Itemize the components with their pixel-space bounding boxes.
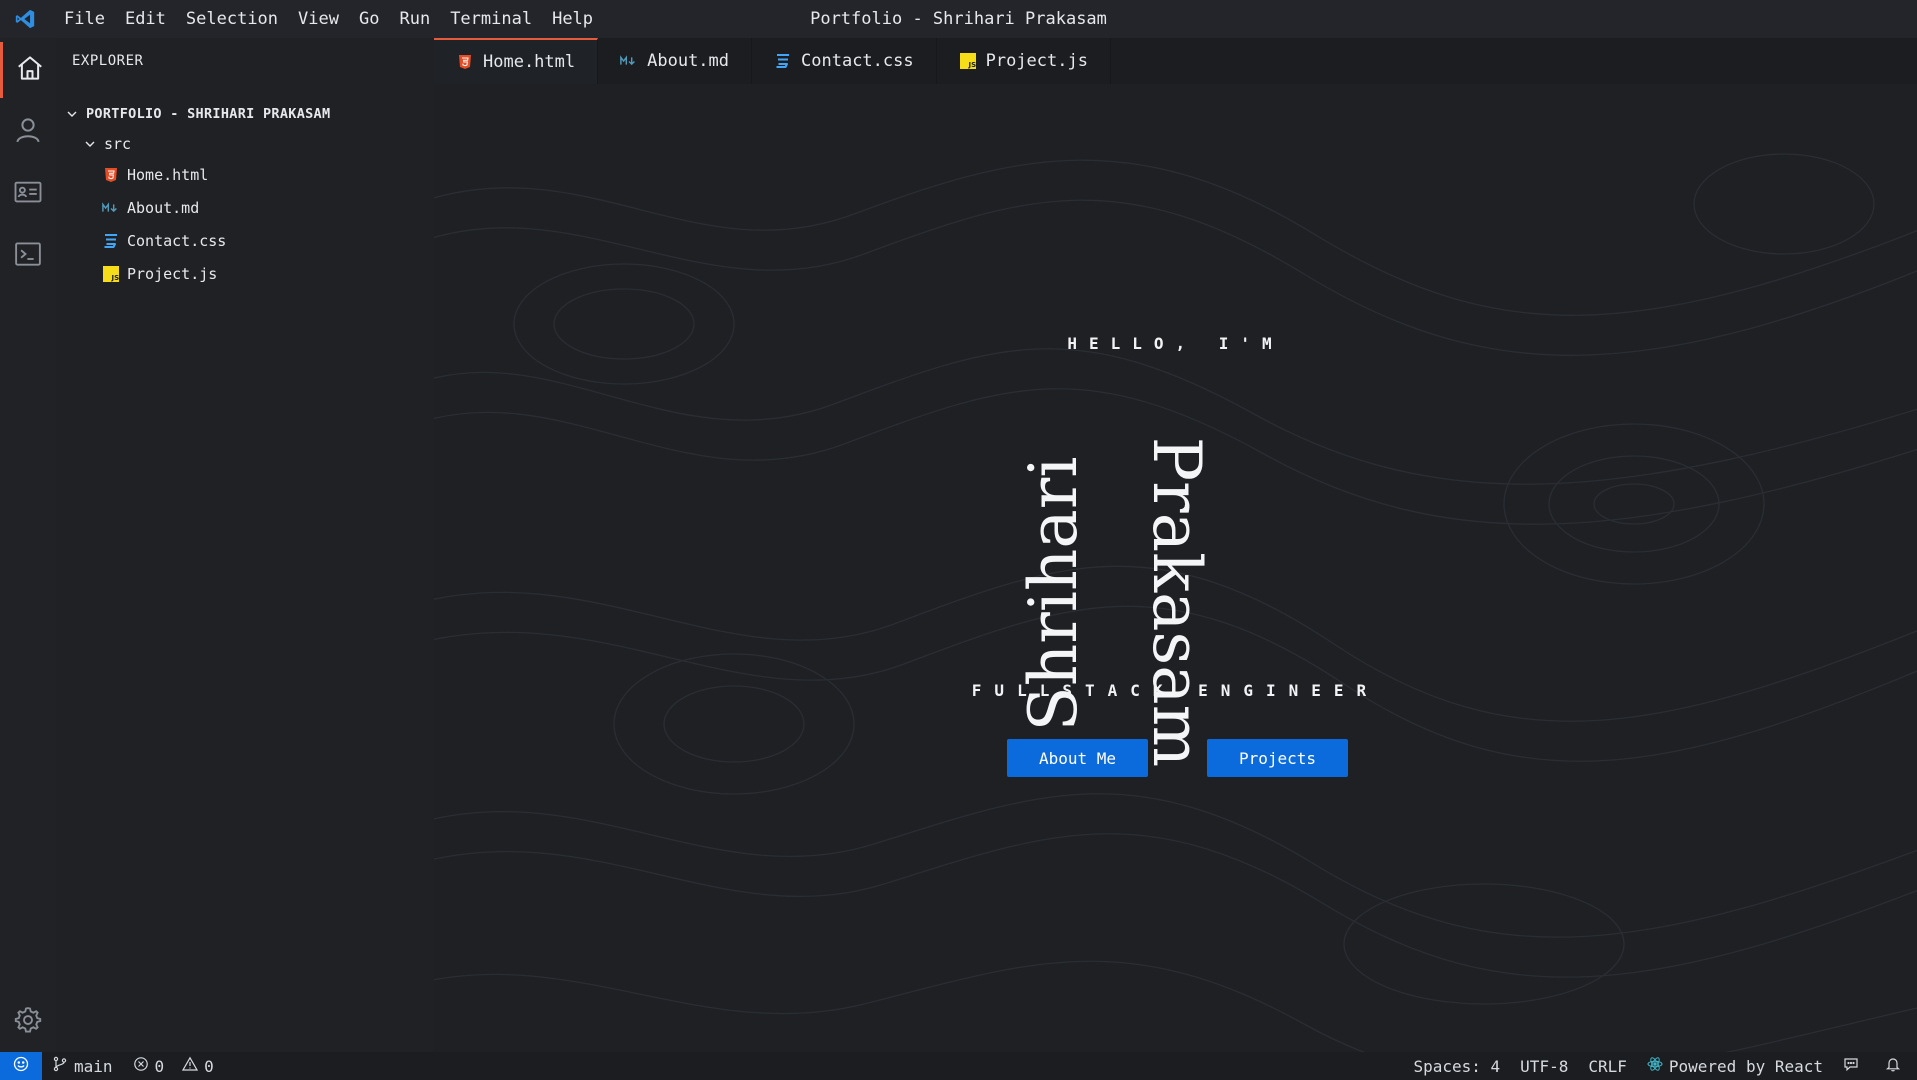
git-branch-icon [52, 1056, 74, 1076]
smiley-icon [13, 1056, 29, 1076]
tab-about[interactable]: About.md [598, 38, 753, 84]
error-count: 0 [154, 1056, 165, 1076]
js-icon: JS [102, 265, 120, 283]
html-icon [102, 166, 120, 184]
file-item-contact[interactable]: Contact.css [56, 227, 434, 255]
contact-card-icon [13, 177, 43, 211]
explorer-title: EXPLORER [72, 53, 144, 69]
about-me-button[interactable]: About Me [1007, 739, 1148, 777]
html-icon [456, 53, 474, 71]
file-item-label: About.md [127, 199, 200, 217]
menu-help[interactable]: Help [542, 0, 603, 38]
title-bar: File Edit Selection View Go Run Terminal… [0, 0, 1917, 38]
tab-project[interactable]: JS Project.js [937, 38, 1111, 84]
menu-selection[interactable]: Selection [176, 0, 288, 38]
markdown-icon [102, 199, 120, 217]
svg-text:JS: JS [111, 274, 120, 282]
hero-last-name: Prakasam [1138, 436, 1215, 768]
explorer-sidebar: EXPLORER PORTFOLIO - SHRIHARI PRAKASAM s… [56, 38, 434, 1052]
status-bar: main 0 0 Spaces: 4 UTF-8 CRLF Powered by… [0, 1052, 1917, 1080]
bell-icon [1885, 1056, 1907, 1076]
tab-label: Home.html [483, 52, 576, 72]
status-notifications-button[interactable] [1875, 1052, 1917, 1080]
activity-contact-button[interactable] [0, 166, 56, 222]
status-smiley-button[interactable] [0, 1052, 42, 1080]
status-eol[interactable]: CRLF [1578, 1052, 1637, 1080]
tab-home[interactable]: Home.html [434, 38, 599, 84]
chevron-down-icon [64, 106, 80, 122]
tab-contact[interactable]: Contact.css [752, 38, 937, 84]
menu-bar: File Edit Selection View Go Run Terminal… [54, 0, 603, 38]
status-feedback-button[interactable] [1833, 1052, 1875, 1080]
js-icon: JS [959, 52, 977, 70]
menu-file[interactable]: File [54, 0, 115, 38]
react-icon [1647, 1056, 1669, 1076]
chevron-down-icon [82, 136, 98, 152]
menu-view[interactable]: View [288, 0, 349, 38]
file-item-label: Contact.css [127, 232, 227, 250]
project-folder[interactable]: PORTFOLIO - SHRIHARI PRAKASAM [56, 100, 434, 128]
activity-home-button[interactable] [0, 42, 56, 98]
feedback-icon [1843, 1056, 1865, 1076]
terminal-icon [13, 239, 43, 273]
settings-button[interactable] [0, 994, 56, 1050]
folder-src-label: src [104, 135, 132, 153]
tab-label: About.md [647, 51, 730, 71]
status-branch[interactable]: main [42, 1052, 123, 1080]
editor-area: HELLO, I'M Shrihari Prakasam FULLSTACK E… [434, 84, 1917, 1052]
project-folder-label: PORTFOLIO - SHRIHARI PRAKASAM [86, 106, 331, 122]
powered-by-label: Powered by React [1668, 1056, 1823, 1076]
hero-greeting: HELLO, I'M [1067, 334, 1284, 353]
editor-tabs: Home.html About.md Contact.css JS Projec… [434, 38, 1917, 84]
svg-text:JS: JS [967, 61, 976, 69]
activity-about-button[interactable] [0, 104, 56, 160]
vscode-logo-icon [6, 0, 44, 38]
projects-button[interactable]: Projects [1207, 739, 1348, 777]
activity-bar [0, 38, 56, 1052]
menu-terminal[interactable]: Terminal [440, 0, 542, 38]
css-icon [102, 232, 120, 250]
status-powered-by[interactable]: Powered by React [1637, 1052, 1833, 1080]
activity-projects-button[interactable] [0, 228, 56, 284]
warning-count: 0 [204, 1056, 214, 1076]
status-indentation[interactable]: Spaces: 4 [1403, 1052, 1510, 1080]
home-icon [15, 53, 45, 87]
tab-label: Project.js [985, 51, 1088, 71]
file-item-project[interactable]: JS Project.js [56, 260, 434, 288]
hero-role: FULLSTACK ENGINEER [971, 681, 1380, 700]
warning-icon [182, 1056, 204, 1076]
status-problems[interactable]: 0 0 [123, 1052, 224, 1080]
hero-name: Shrihari Prakasam [434, 384, 1917, 767]
menu-edit[interactable]: Edit [115, 0, 176, 38]
file-item-label: Home.html [127, 166, 209, 184]
folder-src[interactable]: src [56, 130, 434, 158]
error-icon [133, 1056, 155, 1076]
file-item-label: Project.js [127, 265, 218, 283]
menu-go[interactable]: Go [349, 0, 389, 38]
css-icon [774, 52, 792, 70]
menu-run[interactable]: Run [389, 0, 440, 38]
user-icon [13, 115, 43, 149]
branch-name: main [74, 1056, 113, 1076]
gear-icon [13, 1005, 43, 1039]
tab-label: Contact.css [801, 51, 914, 71]
file-item-about[interactable]: About.md [56, 194, 434, 222]
status-right-group: Spaces: 4 UTF-8 CRLF Powered by React [1403, 1052, 1917, 1080]
markdown-icon [620, 52, 638, 70]
status-encoding[interactable]: UTF-8 [1510, 1052, 1578, 1080]
file-item-home[interactable]: Home.html [56, 161, 434, 189]
